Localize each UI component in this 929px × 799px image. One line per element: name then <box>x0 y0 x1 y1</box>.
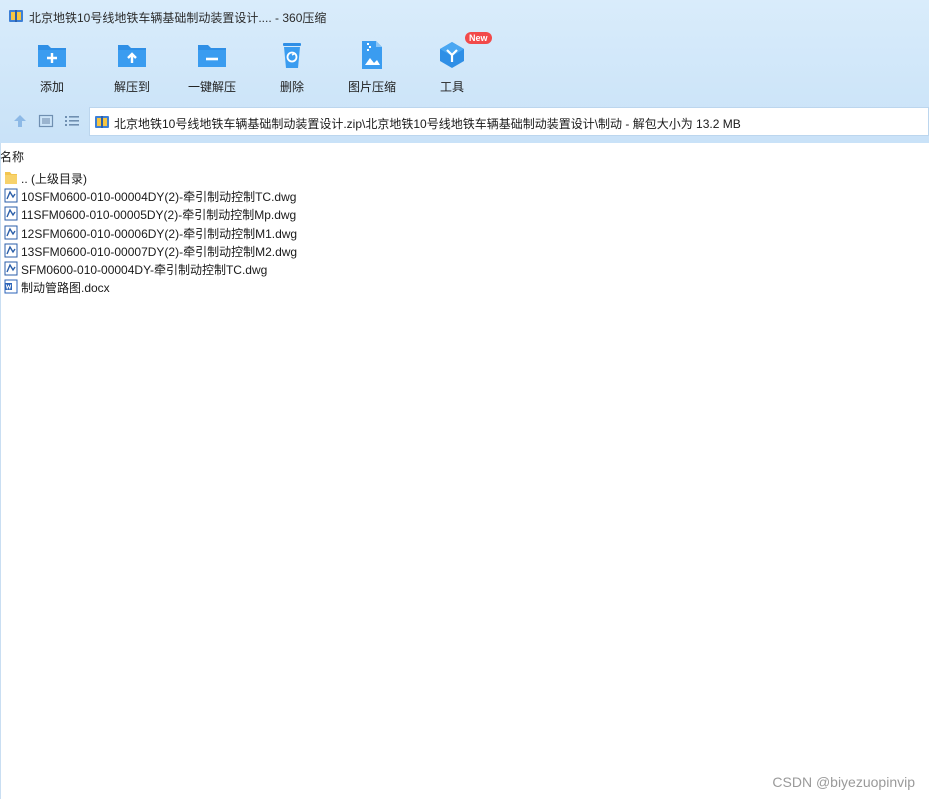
oneclick-extract-button[interactable]: 一键解压 <box>172 34 252 98</box>
toolbar: 添加 解压到 一键解压 删除 图片压缩 New 工具 <box>0 32 929 100</box>
add-label: 添加 <box>39 80 64 94</box>
image-compress-icon <box>362 41 382 69</box>
image-compress-label: 图片压缩 <box>347 80 396 94</box>
word-document-icon <box>4 279 18 294</box>
extract-to-label: 解压到 <box>113 80 150 94</box>
folder-extract-icon <box>118 45 146 67</box>
delete-button[interactable]: 删除 <box>252 34 332 98</box>
folder-icon <box>5 172 17 184</box>
recycle-bin-icon <box>283 43 301 68</box>
file-name: 11SFM0600-010-00005DY(2)-牵引制动控制Mp.dwg <box>21 208 297 223</box>
thumbnail-view-icon[interactable] <box>38 113 54 129</box>
list-item[interactable]: 10SFM0600-010-00004DY(2)-牵引制动控制TC.dwg <box>0 186 929 204</box>
new-badge: New <box>465 32 492 44</box>
top-chrome: 北京地铁10号线地铁车辆基础制动装置设计.... - 360压缩 添加 解压到 <box>0 0 929 143</box>
list-item-parent-folder[interactable]: .. (上级目录) <box>0 168 929 186</box>
list-item[interactable]: 11SFM0600-010-00005DY(2)-牵引制动控制Mp.dwg <box>0 204 929 222</box>
watermark: CSDN @biyezuopinvip <box>772 774 915 790</box>
list-item[interactable]: SFM0600-010-00004DY-牵引制动控制TC.dwg <box>0 259 929 277</box>
dwg-file-icon <box>4 225 18 240</box>
column-header-name[interactable]: 名称 <box>0 148 24 165</box>
tools-label: 工具 <box>439 80 464 94</box>
dwg-file-icon <box>4 188 18 203</box>
address-path: 北京地铁10号线地铁车辆基础制动装置设计.zip\北京地铁10号线地铁车辆基础制… <box>114 117 741 131</box>
app-icon <box>9 10 23 22</box>
file-list: .. (上级目录) 10SFM0600-010-00004DY(2)-牵引制动控… <box>0 168 929 295</box>
extract-to-button[interactable]: 解压到 <box>92 34 172 98</box>
file-name: 13SFM0600-010-00007DY(2)-牵引制动控制M2.dwg <box>21 244 298 259</box>
up-arrow-icon[interactable] <box>12 113 28 129</box>
file-name: SFM0600-010-00004DY-牵引制动控制TC.dwg <box>21 262 268 277</box>
file-name: 12SFM0600-010-00006DY(2)-牵引制动控制M1.dwg <box>21 226 298 241</box>
oneclick-extract-label: 一键解压 <box>187 80 236 94</box>
list-item[interactable]: 12SFM0600-010-00006DY(2)-牵引制动控制M1.dwg <box>0 223 929 241</box>
file-name: .. (上级目录) <box>21 172 87 186</box>
image-compress-button[interactable]: 图片压缩 <box>332 34 412 98</box>
add-button[interactable]: 添加 <box>12 34 92 98</box>
navigation-row: 北京地铁10号线地铁车辆基础制动装置设计.zip\北京地铁10号线地铁车辆基础制… <box>0 106 929 137</box>
folder-add-icon <box>38 45 66 67</box>
title-bar: 北京地铁10号线地铁车辆基础制动装置设计.... - 360压缩 <box>0 0 929 32</box>
list-item[interactable]: 制动管路图.docx <box>0 277 929 295</box>
tools-icon <box>440 42 464 68</box>
file-name: 制动管路图.docx <box>21 281 110 296</box>
list-item[interactable]: 13SFM0600-010-00007DY(2)-牵引制动控制M2.dwg <box>0 241 929 259</box>
file-name: 10SFM0600-010-00004DY(2)-牵引制动控制TC.dwg <box>21 190 297 205</box>
list-view-icon[interactable] <box>64 113 80 129</box>
tools-button[interactable]: New 工具 <box>412 32 492 98</box>
window-title: 北京地铁10号线地铁车辆基础制动装置设计.... - 360压缩 <box>29 11 327 25</box>
dwg-file-icon <box>4 243 18 258</box>
dwg-file-icon <box>4 261 18 276</box>
folder-oneclick-extract-icon <box>198 45 226 67</box>
zip-archive-icon <box>95 116 109 128</box>
address-bar[interactable]: 北京地铁10号线地铁车辆基础制动装置设计.zip\北京地铁10号线地铁车辆基础制… <box>89 107 929 136</box>
dwg-file-icon <box>4 206 18 221</box>
delete-label: 删除 <box>279 80 304 94</box>
